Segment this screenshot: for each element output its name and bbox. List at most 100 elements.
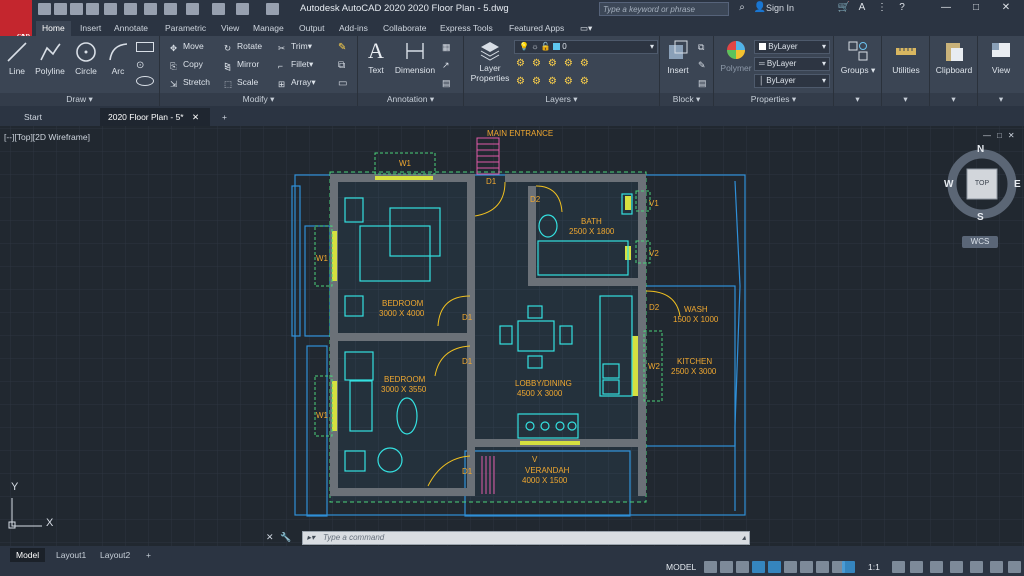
- annotation-table-icon[interactable]: ▤: [442, 78, 451, 89]
- polyline-tool[interactable]: Polyline: [32, 40, 68, 76]
- leader-icon[interactable]: ↗: [442, 60, 450, 71]
- layer-dropdown[interactable]: 💡 ☼ 🔓 0 ▾: [514, 40, 658, 54]
- help-menu-icon[interactable]: ⋮: [874, 2, 890, 16]
- share-icon[interactable]: [186, 3, 199, 15]
- open-file-icon[interactable]: [54, 3, 67, 15]
- ellipse-icon[interactable]: [136, 76, 154, 86]
- model-space-toggle[interactable]: MODEL: [666, 562, 696, 572]
- fillet-tool[interactable]: ⌐ Fillet▾: [278, 57, 313, 72]
- cart-icon[interactable]: 🛒: [836, 2, 852, 16]
- undo-icon[interactable]: [144, 3, 157, 15]
- circle-tool[interactable]: Circle: [72, 40, 100, 76]
- properties-panel-title[interactable]: Properties ▾: [714, 93, 833, 106]
- snap-icon[interactable]: [720, 561, 733, 573]
- linetype-dropdown[interactable]: ═ ByLayer ▾: [754, 57, 830, 71]
- insert-tool[interactable]: Insert: [664, 39, 692, 75]
- arc-tool[interactable]: Arc: [106, 40, 130, 76]
- maximize-icon[interactable]: □: [968, 2, 984, 16]
- layer-tools-row-1[interactable]: ⚙⚙⚙⚙⚙: [516, 58, 596, 69]
- minimize-icon[interactable]: —: [938, 2, 954, 16]
- tab-view[interactable]: View: [215, 21, 245, 36]
- tab-start[interactable]: Start: [16, 108, 50, 126]
- tab-output[interactable]: Output: [293, 21, 331, 36]
- modify-panel-title[interactable]: Modify ▾: [160, 93, 357, 106]
- qat-dropdown-icon[interactable]: [266, 3, 279, 15]
- copy-tool[interactable]: ⎘ Copy: [170, 57, 203, 72]
- compass-west[interactable]: W: [944, 179, 953, 190]
- object-track-icon[interactable]: [800, 561, 813, 573]
- annotation-monitor-icon[interactable]: [950, 561, 963, 573]
- table-icon[interactable]: ▦: [442, 42, 451, 53]
- new-file-icon[interactable]: [38, 3, 51, 15]
- grid-icon[interactable]: [704, 561, 717, 573]
- text-tool[interactable]: A Text: [364, 39, 388, 76]
- annotation-panel-title[interactable]: Annotation ▾: [358, 93, 463, 106]
- workspace-switch-icon[interactable]: [930, 561, 943, 573]
- clipboard-panel-title[interactable]: ▾: [930, 93, 977, 106]
- autoscale-icon[interactable]: [910, 561, 923, 573]
- tab-model[interactable]: Model: [10, 548, 46, 562]
- web-mobile-icon[interactable]: [104, 3, 117, 15]
- tab-manage[interactable]: Manage: [247, 21, 290, 36]
- draw-panel-title[interactable]: Draw ▾: [0, 93, 159, 106]
- customization-menu-icon[interactable]: [1008, 561, 1021, 573]
- binoculars-icon[interactable]: ⌕: [734, 2, 750, 16]
- rotate-tool[interactable]: ↻ Rotate: [224, 39, 262, 54]
- redo-icon[interactable]: [164, 3, 177, 15]
- tab-express-tools[interactable]: Express Tools: [434, 21, 499, 36]
- polar-icon[interactable]: [768, 561, 781, 573]
- layers-panel-title[interactable]: Layers ▾: [464, 93, 659, 106]
- save-icon[interactable]: [70, 3, 83, 15]
- utilities-panel-title[interactable]: ▾: [882, 93, 929, 106]
- compass-south[interactable]: S: [977, 212, 984, 223]
- layer-tools-row-2[interactable]: ⚙⚙⚙⚙⚙: [516, 76, 596, 87]
- stretch-tool[interactable]: ⇲ Stretch: [170, 75, 210, 90]
- compass-east[interactable]: E: [1014, 179, 1021, 190]
- trim-tool[interactable]: ✂ Trim▾: [278, 39, 312, 54]
- mirror-tool[interactable]: ⧎ Mirror: [224, 57, 259, 72]
- command-input[interactable]: ▸▾ Type a command ▴: [302, 531, 750, 545]
- hatch-icon[interactable]: ⊙: [136, 60, 154, 71]
- clean-screen-icon[interactable]: [990, 561, 1003, 573]
- search-input[interactable]: Type a keyword or phrase: [599, 2, 729, 16]
- sign-in-button[interactable]: Sign In: [766, 3, 794, 13]
- command-history-icon[interactable]: ▴: [742, 533, 746, 542]
- ribbon-options-icon[interactable]: ▭▾: [574, 21, 598, 36]
- a360-icon[interactable]: A: [854, 2, 870, 16]
- application-menu-button[interactable]: ACAD: [0, 0, 32, 41]
- layer-properties-tool[interactable]: Layer Properties: [468, 39, 512, 83]
- close-icon[interactable]: ✕: [998, 2, 1014, 16]
- dynamic-input-icon[interactable]: [736, 561, 749, 573]
- annotation-scale[interactable]: 1:1: [868, 562, 880, 572]
- tab-add-ins[interactable]: Add-ins: [333, 21, 374, 36]
- clipboard-tool[interactable]: Clipboard: [932, 39, 976, 75]
- move-tool[interactable]: ✥ Move: [170, 39, 204, 54]
- osnap-icon[interactable]: [816, 561, 829, 573]
- tab-annotate[interactable]: Annotate: [108, 21, 154, 36]
- viewcube-top-face[interactable]: TOP: [968, 180, 996, 187]
- groups-tool[interactable]: Groups ▾: [836, 39, 880, 76]
- command-close-icon[interactable]: ✕: [266, 532, 274, 543]
- tab-layout2[interactable]: Layout2: [94, 548, 136, 562]
- viewport-window-controls[interactable]: —□✕: [983, 131, 1021, 140]
- array-tool[interactable]: ⊞ Array▾: [278, 75, 316, 90]
- save-as-icon[interactable]: [86, 3, 99, 15]
- offset-icon[interactable]: ▭: [338, 78, 347, 89]
- explode-icon[interactable]: ⧉: [338, 60, 345, 71]
- block-panel-title[interactable]: Block ▾: [660, 93, 713, 106]
- command-customize-icon[interactable]: 🔧: [280, 532, 291, 543]
- add-layout-button[interactable]: +: [140, 548, 157, 562]
- plot-icon[interactable]: [124, 3, 137, 15]
- erase-icon[interactable]: ✎: [338, 42, 346, 53]
- new-tab-button[interactable]: +: [214, 108, 235, 126]
- match-properties-tool[interactable]: Polymer: [718, 39, 754, 73]
- wcs-menu[interactable]: WCS: [962, 236, 998, 248]
- drawing-area[interactable]: [--][Top][2D Wireframe] MAIN ENTRANCE W1…: [0, 126, 1024, 548]
- block-attribute-icon[interactable]: ▤: [698, 78, 707, 89]
- groups-panel-title[interactable]: ▾: [834, 93, 881, 106]
- tab-layout1[interactable]: Layout1: [50, 548, 92, 562]
- tab-featured-apps[interactable]: Featured Apps: [503, 21, 570, 36]
- units-icon[interactable]: [970, 561, 983, 573]
- viewcube[interactable]: N S E W TOP: [944, 144, 1022, 224]
- tab-collaborate[interactable]: Collaborate: [377, 21, 432, 36]
